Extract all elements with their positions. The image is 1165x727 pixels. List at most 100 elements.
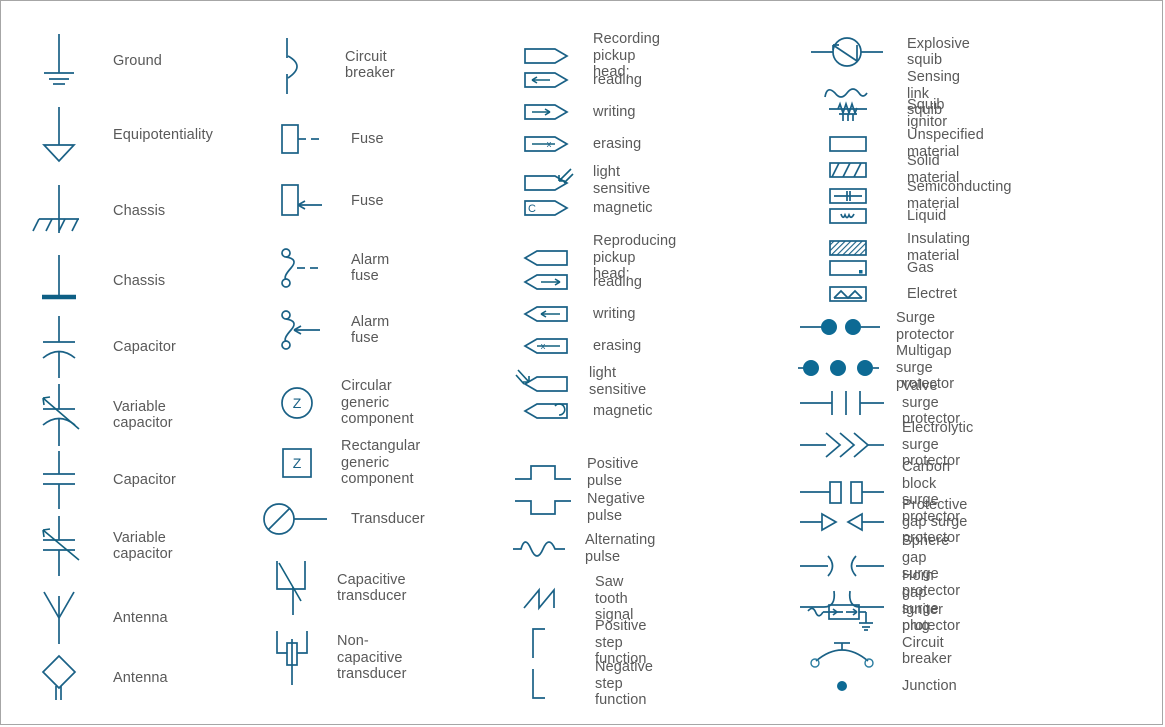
recording-light-sensitive-symbol <box>521 167 575 195</box>
symbol-row-circuit-breaker[interactable]: Circuit breaker <box>277 34 395 96</box>
symbol-row-recording-erasing[interactable]: x erasing <box>521 132 641 156</box>
symbol-row-recording-magnetic[interactable]: C magnetic <box>521 196 653 220</box>
symbol-label: Explosive squib <box>907 35 970 69</box>
symbol-row-fuse-arrow[interactable]: Fuse <box>277 179 384 223</box>
symbol-label: Ground <box>113 52 162 69</box>
symbol-row-recording-light-sensitive[interactable]: light sensitive <box>521 164 650 197</box>
squib-ignitor-symbol <box>809 99 885 129</box>
symbol-label: Chassis <box>113 272 166 289</box>
symbol-row-reproducing-magnetic[interactable]: magnetic <box>521 399 653 423</box>
symbol-row-negative-pulse[interactable]: Negative pulse <box>513 491 645 524</box>
symbol-row-rectangular-generic-component[interactable]: Z Rectangular generic component <box>277 438 420 488</box>
symbol-row-chassis-hatched[interactable]: Chassis <box>31 183 165 239</box>
variable-capacitor-curved-symbol <box>31 382 87 448</box>
symbol-row-positive-pulse[interactable]: Positive pulse <box>513 456 639 489</box>
generic-component-letter: Z <box>293 395 302 411</box>
reproducing-reading-symbol <box>521 270 571 294</box>
recording-reading-symbol <box>521 68 571 92</box>
antenna-symbol <box>31 588 87 648</box>
symbol-row-reproducing-writing[interactable]: writing <box>521 302 636 326</box>
symbol-row-recording-writing[interactable]: writing <box>521 100 636 124</box>
symbol-label: Capacitive transducer <box>337 571 407 605</box>
positive-pulse-symbol <box>513 460 575 486</box>
symbol-row-igniter-plug[interactable]: Igniter plug <box>796 599 943 637</box>
symbol-row-capacitor-curved[interactable]: Capacitor <box>31 314 176 380</box>
capacitor-flat-symbol <box>31 449 87 511</box>
symbol-row-surge-protector[interactable]: Surge protector <box>796 310 954 343</box>
junction-symbol <box>796 676 888 696</box>
symbol-label: Fuse <box>351 130 384 147</box>
magnetic-letter: C <box>528 203 536 215</box>
symbol-label: Alarm fuse <box>351 251 390 285</box>
symbol-label: Surge protector <box>896 310 955 343</box>
symbol-row-capacitor-flat[interactable]: Capacitor <box>31 449 176 511</box>
alternating-pulse-symbol <box>511 535 573 563</box>
symbol-label: magnetic <box>593 402 653 419</box>
symbol-label: Variable capacitor <box>113 398 173 432</box>
symbol-row-alarm-fuse-arrow[interactable]: Alarm fuse <box>277 306 389 354</box>
symbol-row-saw-tooth-signal[interactable]: Saw tooth signal <box>521 574 633 624</box>
symbol-row-ground[interactable]: Ground <box>31 32 162 90</box>
reproducing-light-sensitive-symbol <box>515 368 571 396</box>
symbol-row-explosive-squib[interactable]: Explosive squib <box>809 34 970 70</box>
symbol-label: Antenna <box>113 669 168 686</box>
variable-capacitor-flat-symbol <box>31 514 87 578</box>
symbol-row-antenna-diamond[interactable]: Antenna <box>31 652 168 704</box>
symbol-row-circuit-breaker-arc[interactable]: Circuit breaker <box>796 633 952 669</box>
symbol-row-junction[interactable]: Junction <box>796 676 957 696</box>
symbol-label: Capacitor <box>113 471 176 488</box>
symbol-row-reproducing-light-sensitive[interactable]: light sensitive <box>515 365 646 398</box>
symbol-label: reading <box>593 71 643 88</box>
positive-step-function-symbol <box>521 624 573 662</box>
symbol-row-fuse-dashed[interactable]: Fuse <box>277 117 384 161</box>
symbol-row-antenna[interactable]: Antenna <box>31 588 168 648</box>
symbol-row-liquid[interactable]: Liquid <box>809 205 946 227</box>
surge-protector-symbol <box>796 313 882 341</box>
symbol-row-recording-reading[interactable]: reading <box>521 68 642 92</box>
symbol-label: light sensitive <box>589 365 647 398</box>
symbol-label: Circuit breaker <box>902 634 952 668</box>
symbol-label: Igniter plug <box>902 601 943 635</box>
electret-symbol <box>809 283 885 305</box>
symbol-label: Variable capacitor <box>113 529 173 563</box>
erasing-letter: x <box>547 139 552 149</box>
unspecified-material-symbol <box>809 133 885 155</box>
recording-pickup-head-symbol <box>521 44 571 68</box>
symbol-label: Capacitor <box>113 338 176 355</box>
capacitive-transducer-symbol <box>271 557 321 619</box>
circular-generic-component-symbol: Z <box>277 382 321 424</box>
symbol-row-reproducing-reading[interactable]: reading <box>521 270 642 294</box>
symbol-row-circular-generic-component[interactable]: Z Circular generic component <box>277 378 414 428</box>
symbol-label: reading <box>593 273 643 290</box>
symbol-row-variable-capacitor-flat[interactable]: Variable capacitor <box>31 514 173 578</box>
symbol-row-negative-step-function[interactable]: Negative step function <box>521 659 653 709</box>
symbol-row-alternating-pulse[interactable]: Alternating pulse <box>511 532 655 565</box>
symbol-label: Antenna <box>113 609 168 626</box>
symbol-row-squib-ignitor[interactable]: Squib ignitor <box>809 97 947 130</box>
symbol-row-gas[interactable]: Gas <box>809 257 934 279</box>
symbol-label: Electret <box>907 285 957 302</box>
symbol-row-transducer[interactable]: Transducer <box>259 498 425 540</box>
symbol-row-reproducing-erasing[interactable]: x erasing <box>521 334 641 358</box>
symbol-label: erasing <box>593 135 642 152</box>
symbols-sheet: Ground Equipotentiality Chassis Chassis … <box>0 0 1163 725</box>
circuit-breaker-symbol <box>277 34 321 96</box>
reproducing-writing-symbol <box>521 302 571 326</box>
symbol-row-capacitive-transducer[interactable]: Capacitive transducer <box>271 557 407 619</box>
transducer-symbol <box>259 498 335 540</box>
symbol-label: Negative step function <box>595 659 654 708</box>
symbol-row-chassis-bar[interactable]: Chassis <box>31 253 165 309</box>
symbol-label: Positive pulse <box>587 456 639 489</box>
symbol-label: Liquid <box>907 207 947 224</box>
antenna-diamond-symbol <box>31 652 87 704</box>
symbol-row-electret[interactable]: Electret <box>809 283 957 305</box>
symbol-label: Alarm fuse <box>351 313 390 347</box>
electrolytic-surge-protector-symbol <box>796 429 888 461</box>
symbol-row-equipotentiality[interactable]: Equipotentiality <box>31 105 213 165</box>
symbol-row-alarm-fuse-dashed[interactable]: Alarm fuse <box>277 244 389 292</box>
symbol-row-variable-capacitor-curved[interactable]: Variable capacitor <box>31 382 173 448</box>
valve-surge-protector-symbol <box>796 388 888 418</box>
fuse-dashed-symbol <box>277 117 331 161</box>
negative-step-function-symbol <box>521 665 573 703</box>
symbol-row-non-capacitive-transducer[interactable]: Non-capacitive transducer <box>271 627 407 689</box>
